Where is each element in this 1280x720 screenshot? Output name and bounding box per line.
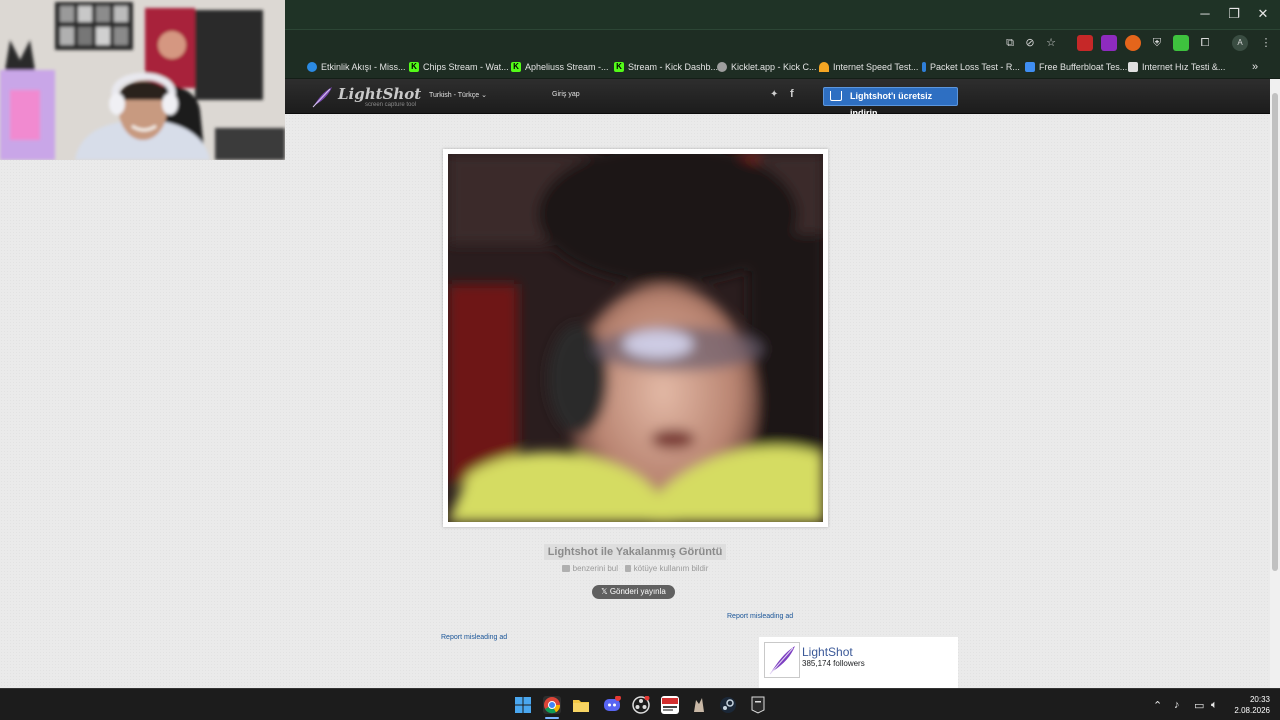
extension-green-icon[interactable] (1173, 35, 1189, 51)
bookmark-label: Internet Speed Test... (833, 62, 919, 72)
feather-icon (312, 87, 332, 108)
lightshot-logo-thumbnail[interactable] (764, 642, 800, 678)
bookmark-label: Apheliuss Stream -... (525, 62, 609, 72)
captured-screenshot-image[interactable] (448, 154, 823, 522)
clock-time: 20:33 (1249, 695, 1270, 704)
bookmark-item[interactable]: Free Bufferbloat Tes... (1025, 60, 1127, 74)
discord-icon[interactable] (603, 695, 621, 714)
facebook-icon[interactable]: f (790, 88, 794, 100)
x-post-label: Gönderi yayınla (609, 587, 666, 596)
screenshot-actions: benzerini bul kötüye kullanım bildir (0, 564, 1270, 573)
cast-icon[interactable]: ⧉ (1002, 35, 1018, 51)
feather-icon (769, 646, 795, 675)
tray-overflow-icon[interactable]: ⌃ (1153, 699, 1162, 712)
bookmark-label: Etkinlik Akışı - Miss... (321, 62, 406, 72)
globe-icon (307, 62, 317, 72)
page-scrollbar[interactable] (1270, 79, 1280, 688)
epic-games-icon[interactable] (749, 696, 767, 714)
trash-icon (624, 565, 631, 572)
bookmark-label: Chips Stream - Wat... (423, 62, 509, 72)
system-clock[interactable]: 20:33 2.08.2026 (1226, 694, 1270, 716)
x-logo-icon: 𝕏 (601, 587, 610, 596)
caption-text: Lightshot ile Yakalanmış Görüntü (543, 544, 727, 560)
news-app-icon[interactable] (661, 696, 679, 714)
bookmark-item[interactable]: K Apheliuss Stream -... (511, 60, 609, 74)
bookmark-label: Packet Loss Test - R... (930, 62, 1020, 72)
bookmark-item[interactable]: K Chips Stream - Wat... (409, 60, 509, 74)
minimize-icon[interactable]: ─ (1194, 4, 1216, 24)
windows-start-icon[interactable] (514, 696, 532, 714)
facebook-followers: 385,174 followers (802, 659, 865, 668)
kick-icon: K (409, 62, 419, 72)
find-similar-link[interactable]: benzerini bul (573, 564, 618, 573)
bookmark-item[interactable]: Kicklet.app - Kick C... (717, 60, 817, 74)
lightshot-page: Lightshot ile Yakalanmış Görüntü benzeri… (0, 114, 1270, 688)
camera-icon (561, 565, 570, 572)
clock-date: 2.08.2026 (1234, 706, 1270, 715)
bookmark-label: Stream - Kick Dashb... (628, 62, 719, 72)
twitter-icon[interactable]: ✦ (770, 89, 778, 100)
page-icon (1128, 62, 1138, 72)
report-misleading-ad-link[interactable]: Report misleading ad (727, 613, 793, 620)
login-link[interactable]: Giriş yap (552, 91, 580, 98)
facebook-page-name[interactable]: LightShot (802, 645, 853, 659)
obs-icon[interactable] (632, 695, 650, 714)
close-icon[interactable]: ✕ (1252, 4, 1274, 24)
download-icon (830, 91, 842, 101)
kick-icon: K (614, 62, 624, 72)
blurred-person-photo (448, 154, 823, 522)
extension-red-icon[interactable] (1077, 35, 1093, 51)
lightshot-logo[interactable]: LightShot screen capture tool (310, 83, 422, 111)
more-bookmarks-icon[interactable]: » (1252, 60, 1258, 74)
streamer-webcam-feed (0, 0, 285, 160)
maximize-icon[interactable]: ❐ (1223, 4, 1245, 24)
download-lightshot-button[interactable]: Lightshot'ı ücretsiz indirin (823, 87, 958, 118)
bookmark-item[interactable]: Internet Hız Testi &... (1128, 60, 1225, 74)
bookmark-item[interactable]: Etkinlik Akışı - Miss... (307, 60, 406, 74)
kicklet-icon (717, 62, 727, 72)
bookmark-label: Kicklet.app - Kick C... (731, 62, 817, 72)
x-post-button[interactable]: 𝕏 Gönderi yayınla (592, 585, 675, 599)
screenshot-frame (443, 149, 828, 527)
volume-icon[interactable]: 🔈︎ (1211, 699, 1218, 712)
active-app-indicator (545, 717, 559, 719)
bookmark-item[interactable]: Internet Speed Test... (819, 60, 918, 74)
eye-off-icon[interactable]: ⊘ (1022, 35, 1038, 51)
logo-name: LightShot (338, 85, 422, 103)
scrollbar-thumb[interactable] (1272, 93, 1278, 571)
bookmark-item[interactable]: Packet Loss Test - R... (922, 60, 1020, 74)
file-explorer-icon[interactable] (572, 696, 590, 714)
extension-orange-icon[interactable] (1125, 35, 1141, 51)
extensions-puzzle-icon[interactable]: ⧠ (1197, 35, 1213, 51)
browser-menu-icon[interactable]: ⋮ (1258, 35, 1274, 51)
logo-tagline: screen capture tool (365, 102, 417, 108)
facebook-page-widget[interactable]: LightShot 385,174 followers (759, 637, 958, 688)
bookmark-item[interactable]: K Stream - Kick Dashb... (614, 60, 718, 74)
bookmark-star-icon[interactable]: ☆ (1043, 35, 1059, 51)
bolt-icon (1025, 62, 1035, 72)
microphone-icon[interactable]: ♪ (1174, 699, 1180, 711)
report-abuse-link[interactable]: kötüye kullanım bildir (634, 564, 709, 573)
shield-icon[interactable]: ⛨ (1149, 35, 1165, 51)
language-selector[interactable]: Turkish - Türkçe ⌄ (429, 91, 487, 99)
extension-purple-icon[interactable] (1101, 35, 1117, 51)
bookmark-label: Internet Hız Testi &... (1142, 62, 1226, 72)
display-icon[interactable]: ▭ (1194, 699, 1204, 712)
kick-icon: K (511, 62, 521, 72)
report-misleading-ad-link[interactable]: Report misleading ad (441, 634, 507, 641)
chrome-icon[interactable] (543, 696, 561, 714)
speedtest-icon (819, 62, 829, 72)
bookmark-label: Free Bufferbloat Tes... (1039, 62, 1128, 72)
steam-icon[interactable] (719, 696, 737, 714)
screenshot-caption: Lightshot ile Yakalanmış Görüntü (0, 542, 1270, 560)
profile-avatar-icon[interactable]: A (1232, 35, 1248, 51)
game-launcher-icon[interactable] (690, 696, 708, 714)
webcam-overlay (0, 0, 285, 160)
windows-taskbar: ⌃ ♪ ▭ 🔈︎ 20:33 2.08.2026 (0, 688, 1280, 720)
packetloss-icon (922, 62, 926, 72)
